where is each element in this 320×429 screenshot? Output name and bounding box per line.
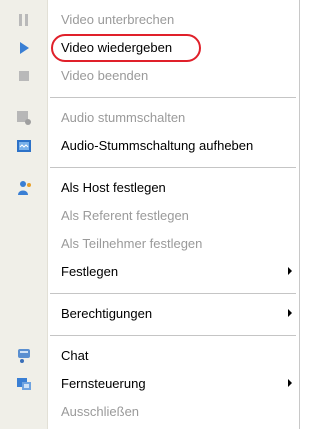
menu-item-audio-mute[interactable]: Audio stummschalten — [0, 104, 299, 132]
menu-item-label: Video beenden — [61, 68, 149, 83]
menu-item-permissions[interactable]: Berechtigungen — [0, 300, 299, 328]
submenu-arrow-icon — [288, 309, 292, 317]
host-icon — [16, 180, 32, 196]
menu-item-audio-unmute[interactable]: Audio-Stummschaltung aufheben — [0, 132, 299, 160]
menu-item-set-host[interactable]: Als Host festlegen — [0, 174, 299, 202]
submenu-arrow-icon — [288, 379, 292, 387]
menu-item-set-participant[interactable]: Als Teilnehmer festlegen — [0, 230, 299, 258]
menu-item-remote-control[interactable]: Fernsteuerung — [0, 370, 299, 398]
play-icon — [16, 40, 32, 56]
menu-item-label: Video unterbrechen — [61, 12, 175, 27]
separator — [50, 335, 296, 336]
separator — [50, 167, 296, 168]
menu-item-label: Audio stummschalten — [61, 110, 186, 125]
menu-item-label: Als Teilnehmer festlegen — [61, 236, 203, 251]
submenu-arrow-icon — [288, 267, 292, 275]
menu-item-label: Als Referent festlegen — [61, 208, 189, 223]
remote-control-icon — [16, 376, 32, 392]
menu-item-label: Audio-Stummschaltung aufheben — [61, 138, 254, 153]
stop-icon — [16, 68, 32, 84]
chat-icon — [16, 348, 32, 364]
menu-item-label: Fernsteuerung — [61, 376, 146, 391]
menu-item-video-stop[interactable]: Video beenden — [0, 62, 299, 90]
menu-item-set-submenu[interactable]: Festlegen — [0, 258, 299, 286]
separator — [50, 293, 296, 294]
menu-item-exclude[interactable]: Ausschließen — [0, 398, 299, 426]
context-menu: Video unterbrechen Video wiedergeben Vid… — [0, 0, 300, 429]
mute-icon — [16, 110, 32, 126]
menu-item-label: Berechtigungen — [61, 306, 153, 321]
menu-item-label: Chat — [61, 348, 89, 363]
menu-item-label: Festlegen — [61, 264, 119, 279]
unmute-icon — [16, 138, 32, 154]
menu-item-label: Als Host festlegen — [61, 180, 166, 195]
highlight-ring — [51, 34, 201, 62]
menu-item-video-pause[interactable]: Video unterbrechen — [0, 6, 299, 34]
pause-icon — [16, 12, 32, 28]
menu-item-chat[interactable]: Chat — [0, 342, 299, 370]
separator — [50, 97, 296, 98]
menu-item-set-presenter[interactable]: Als Referent festlegen — [0, 202, 299, 230]
menu-item-label: Ausschließen — [61, 404, 140, 419]
